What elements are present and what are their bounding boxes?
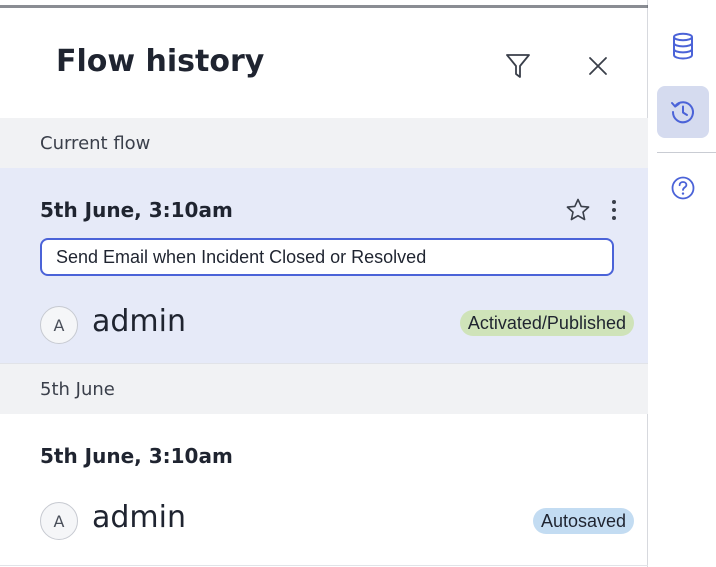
section-header-current-flow: Current flow (0, 118, 648, 168)
panel-header: Flow history (0, 8, 648, 118)
side-rail (649, 0, 716, 567)
database-icon (673, 32, 693, 60)
rail-button-data[interactable] (657, 20, 709, 72)
favorite-button[interactable] (562, 194, 594, 226)
rail-divider (657, 152, 716, 153)
user-name: admin (92, 500, 186, 535)
cropped-top-text (0, 0, 648, 8)
flow-history-panel: Flow history Current flow 5th June, 3:10… (0, 0, 648, 567)
close-button[interactable] (576, 44, 620, 88)
history-icon (671, 101, 694, 124)
status-badge: Autosaved (532, 508, 634, 534)
avatar: A (40, 306, 78, 344)
avatar: A (40, 502, 78, 540)
user-name: admin (92, 304, 186, 339)
history-entry-current[interactable]: 5th June, 3:10am A admin Activated/Publi… (0, 168, 648, 364)
status-badge: Activated/Published (459, 310, 634, 336)
entry-date: 5th June, 3:10am (40, 198, 233, 222)
filter-icon (506, 54, 530, 78)
filter-button[interactable] (496, 44, 540, 88)
help-icon (671, 176, 695, 200)
panel-title: Flow history (56, 44, 265, 79)
entry-date: 5th June, 3:10am (40, 444, 233, 468)
rail-button-history[interactable] (657, 86, 709, 138)
more-vertical-icon (612, 200, 616, 204)
history-entry[interactable]: 5th June, 3:10am A admin Autosaved (0, 414, 648, 566)
section-header-date: 5th June (0, 364, 648, 414)
star-icon (566, 198, 590, 221)
more-options-button[interactable] (604, 194, 624, 226)
rail-button-help[interactable] (657, 162, 709, 214)
flow-name-input[interactable] (40, 238, 614, 276)
close-icon (589, 57, 607, 75)
